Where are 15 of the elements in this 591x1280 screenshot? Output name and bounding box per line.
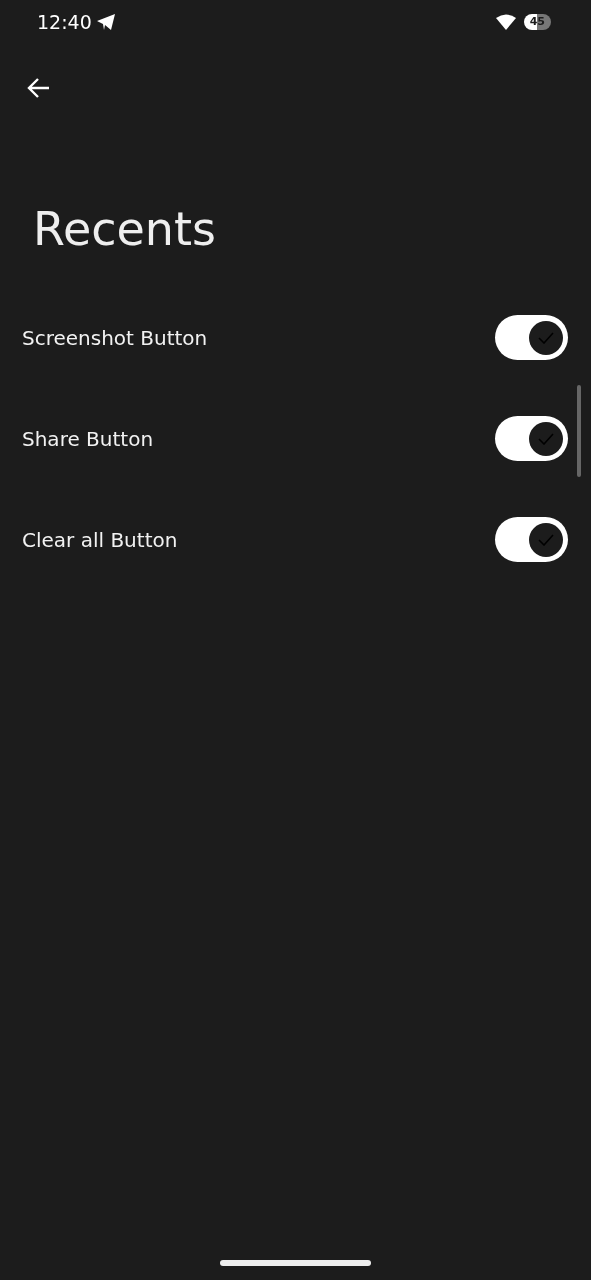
toggle-switch[interactable] [495,517,568,563]
paper-plane-icon [95,13,116,31]
wifi-icon [495,14,516,30]
check-icon [538,331,554,344]
setting-label: Share Button [22,425,154,453]
clock-time: 12:40 [37,9,92,35]
check-icon [538,432,554,445]
setting-label: Screenshot Button [22,324,208,352]
page-title: Recents [33,202,217,258]
check-icon [538,533,554,546]
back-arrow-icon [27,75,51,100]
battery-icon: 45 [523,14,551,30]
toggle-switch[interactable] [495,416,568,462]
setting-label: Clear all Button [22,526,178,554]
toggle-switch[interactable] [495,315,568,361]
